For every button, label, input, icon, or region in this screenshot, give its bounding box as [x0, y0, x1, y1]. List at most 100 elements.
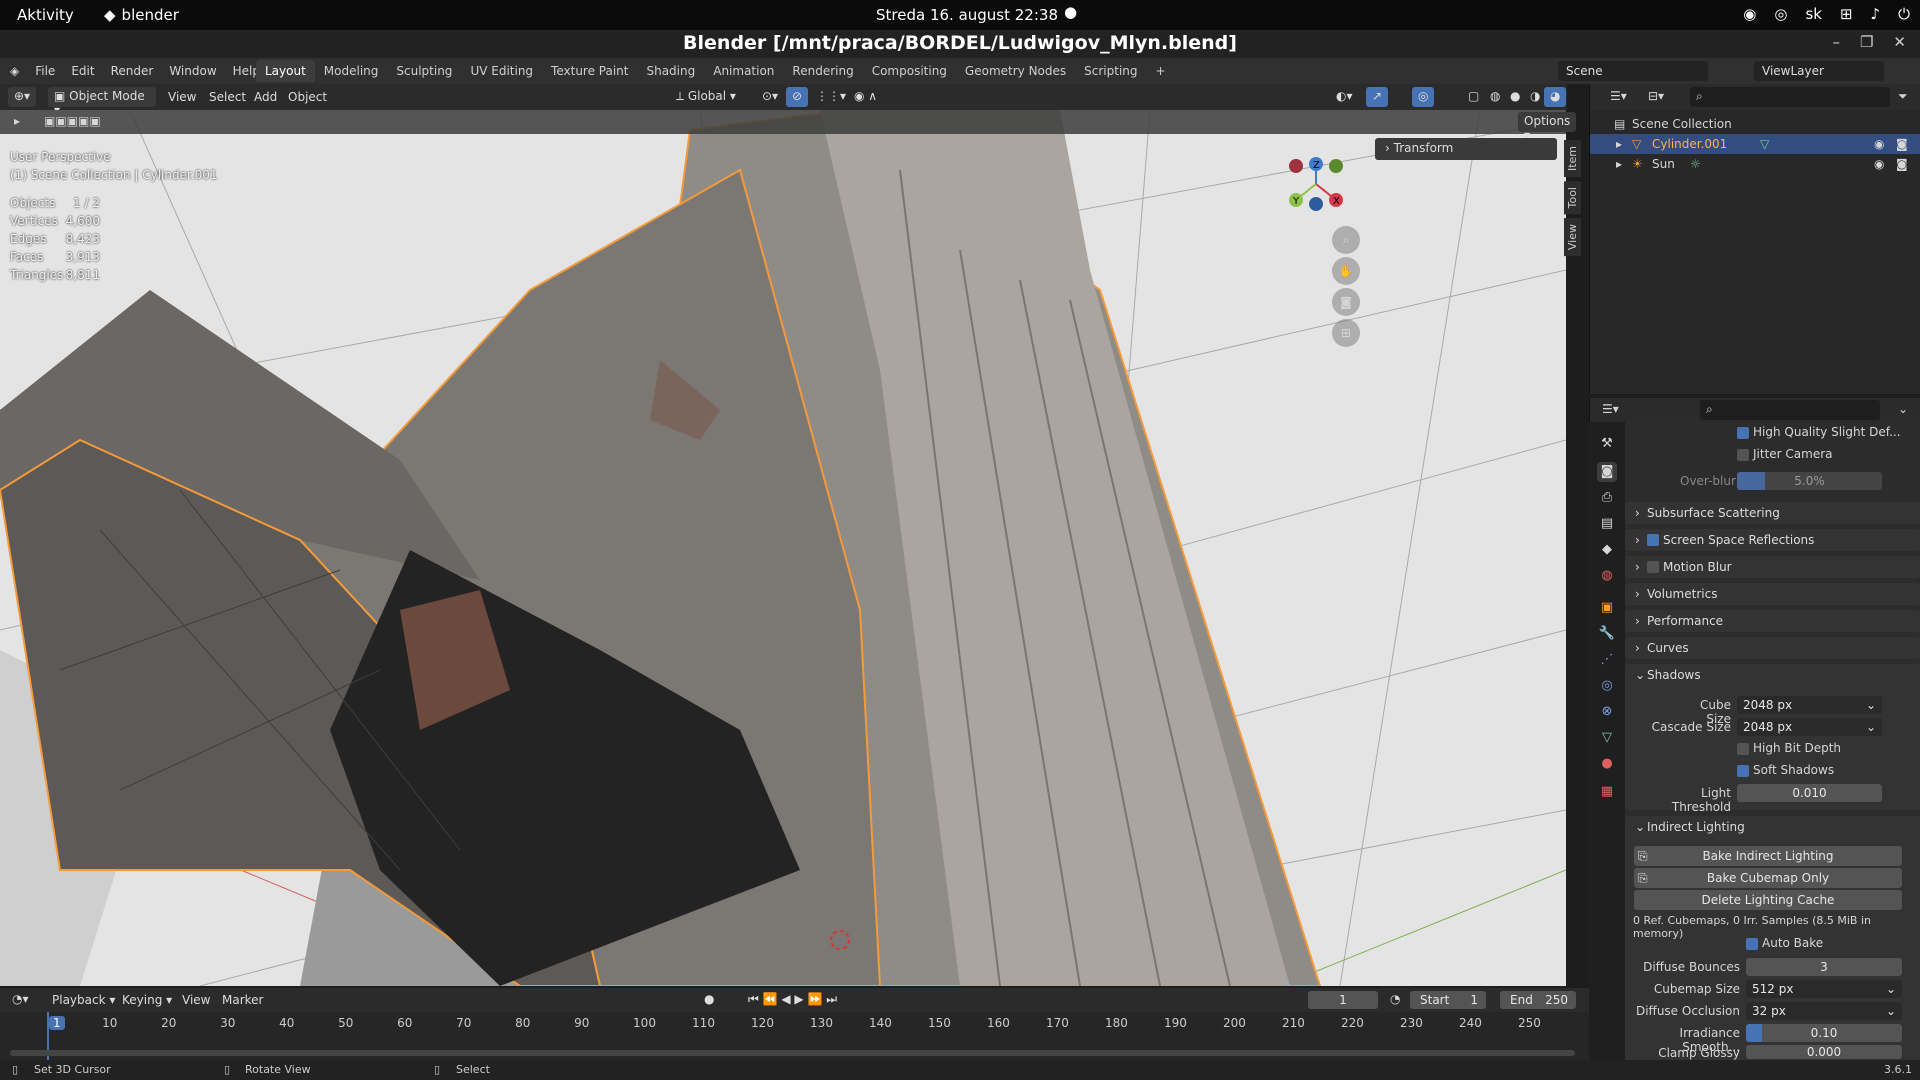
properties-search-input[interactable]: ⌕ — [1700, 400, 1880, 420]
diffuse-occlusion-dropdown[interactable]: 32 px ⌄ — [1746, 1002, 1902, 1020]
bake-indirect-lighting-button[interactable]: ⎘ Bake Indirect Lighting — [1634, 846, 1902, 866]
menu-render[interactable]: Render — [111, 64, 154, 78]
tab-layout[interactable]: Layout — [256, 60, 315, 82]
object-tab-icon[interactable]: ▣ — [1597, 598, 1617, 618]
system-tray[interactable]: ◉ ◎ sk ⊞ ♪ ⏻ — [1743, 5, 1910, 23]
outliner-root[interactable]: ▤ Scene Collection — [1590, 114, 1920, 134]
panel-label[interactable]: Indirect Lighting — [1647, 820, 1745, 834]
menu-keying[interactable]: Keying ▾ — [122, 993, 172, 1007]
chevron-down-icon[interactable]: ⌄ — [1635, 668, 1645, 682]
panel-performance[interactable]: › Performance — [1625, 610, 1920, 632]
record-icon[interactable]: ● — [704, 992, 714, 1006]
overblur-slider[interactable]: 5.0% — [1737, 472, 1882, 490]
proportional-edit-icon[interactable]: ◉ ∧ — [848, 87, 883, 107]
data-tab-icon[interactable]: ▽ — [1597, 728, 1617, 748]
overlay-toggle-icon[interactable]: ◎ — [1412, 87, 1435, 107]
maximize-icon[interactable]: ❐ — [1860, 33, 1873, 51]
outliner-search-input[interactable]: ⌕ — [1690, 87, 1890, 107]
high-quality-slight-def-checkbox[interactable] — [1737, 427, 1749, 439]
output-tab-icon[interactable]: ⎙ — [1597, 488, 1617, 508]
xray-icon[interactable]: ▢ — [1462, 87, 1485, 107]
network-icon[interactable]: ⊞ — [1840, 5, 1853, 23]
menu-add[interactable]: Add — [254, 90, 277, 104]
motion-blur-checkbox[interactable] — [1647, 561, 1659, 573]
tab-compositing[interactable]: Compositing — [863, 60, 956, 82]
panel-subsurface-scattering[interactable]: › Subsurface Scattering — [1625, 502, 1920, 524]
options-button[interactable]: Options ▾ — [1518, 112, 1577, 142]
view-layer-tab-icon[interactable]: ▤ — [1597, 514, 1617, 534]
light-threshold-field[interactable]: 0.010 — [1737, 784, 1882, 802]
outliner-editor-icon[interactable]: ☰▾ — [1610, 89, 1627, 103]
tab-item[interactable]: Item — [1564, 140, 1581, 178]
current-frame-field[interactable]: 1 — [1308, 991, 1378, 1009]
tab-geometry-nodes[interactable]: Geometry Nodes — [956, 60, 1075, 82]
volume-icon[interactable]: ♪ — [1871, 5, 1881, 23]
power-icon[interactable]: ⏻ — [1898, 5, 1910, 23]
high-bit-depth-checkbox[interactable] — [1737, 743, 1749, 755]
panel-motion-blur[interactable]: › Motion Blur — [1625, 556, 1920, 578]
cubemap-size-dropdown[interactable]: 512 px ⌄ — [1746, 980, 1902, 998]
irradiance-smoothing-slider[interactable]: 0.10 — [1746, 1024, 1902, 1042]
transform-panel-header[interactable]: › Transform — [1375, 138, 1557, 160]
jitter-camera-checkbox[interactable] — [1737, 449, 1749, 461]
tab-modeling[interactable]: Modeling — [315, 60, 388, 82]
chevron-down-icon[interactable]: ⌄ — [1898, 402, 1908, 416]
mode-selector[interactable]: ▣ Object Mode ▾ — [48, 87, 156, 117]
menu-object[interactable]: Object — [288, 90, 327, 104]
render-tab-icon[interactable]: ◙ — [1597, 462, 1617, 482]
playback-controls[interactable]: ⏮ ⏪ ◀ ▶ ⏩ ⏭ — [748, 992, 837, 1007]
camera-icon[interactable]: ◙ — [1332, 288, 1360, 316]
clock[interactable]: Streda 16. august 22:38 — [876, 6, 1058, 24]
clamp-glossy-field[interactable]: 0.000 — [1746, 1045, 1902, 1059]
tab-texture-paint[interactable]: Texture Paint — [542, 60, 637, 82]
outliner-item-sun[interactable]: ▸ ☀ Sun ☼ ◉ ◙ — [1590, 154, 1920, 174]
tab-view[interactable]: View — [1564, 218, 1581, 257]
modifier-tab-icon[interactable]: 🔧 — [1597, 624, 1617, 644]
expand-arrow-icon[interactable]: ▸ — [1616, 137, 1622, 151]
discord-icon[interactable]: ◉ — [1743, 5, 1756, 23]
tab-rendering[interactable]: Rendering — [783, 60, 862, 82]
expand-arrow-icon[interactable]: ▸ — [1616, 157, 1622, 171]
display-mode-icon[interactable]: ⊟▾ — [1648, 89, 1664, 103]
scene-selector[interactable]: Scene — [1558, 61, 1708, 81]
snap-target-icon[interactable]: ⋮⋮▾ — [810, 87, 852, 107]
app-menu[interactable]: ◆ blender — [104, 6, 179, 24]
auto-bake-checkbox[interactable] — [1746, 938, 1758, 950]
panel-label[interactable]: Shadows — [1647, 668, 1701, 682]
gizmo-toggle-icon[interactable]: ↗ — [1366, 87, 1389, 107]
blender-menu-icon[interactable]: ◈ — [10, 64, 19, 78]
keyboard-layout[interactable]: sk — [1805, 5, 1822, 23]
render-camera-icon[interactable]: ◙ — [1896, 157, 1908, 171]
snap-icon[interactable]: ⊘ — [786, 87, 809, 107]
menu-edit[interactable]: Edit — [71, 64, 94, 78]
select-mode-icons[interactable]: ▣▣▣▣▣ — [44, 114, 101, 128]
end-frame-field[interactable]: End 250 — [1500, 991, 1576, 1009]
tab-tool[interactable]: Tool — [1564, 181, 1581, 215]
activities-button[interactable]: Aktivity — [17, 6, 74, 24]
visibility-icon[interactable]: ◐▾ — [1330, 87, 1359, 107]
tab-scripting[interactable]: Scripting — [1075, 60, 1146, 82]
steam-icon[interactable]: ◎ — [1774, 5, 1787, 23]
minimize-icon[interactable]: – — [1832, 33, 1840, 51]
tab-uv-editing[interactable]: UV Editing — [461, 60, 542, 82]
timeline[interactable]: 1 10 20 30 40 50 60 70 80 90 100 110 120 130 140 150 160… — [0, 1012, 1589, 1062]
rendered-shading-icon[interactable]: ◕ — [1544, 87, 1567, 107]
clock-editor-icon[interactable]: ◔▾ — [12, 992, 29, 1006]
pan-hand-icon[interactable]: ✋ — [1332, 257, 1360, 285]
navigation-gizmo[interactable]: Z X Y — [1280, 150, 1360, 220]
menu-marker[interactable]: Marker — [222, 993, 263, 1007]
start-frame-field[interactable]: Start 1 — [1410, 991, 1486, 1009]
constraints-tab-icon[interactable]: ⊗ — [1597, 702, 1617, 722]
zoom-icon[interactable]: ⌕ — [1332, 226, 1360, 254]
texture-tab-icon[interactable]: ▦ — [1597, 782, 1617, 802]
grid-view-icon[interactable]: ⊞ — [1332, 319, 1360, 347]
properties-editor-icon[interactable]: ☰▾ — [1602, 402, 1619, 416]
view-layer-selector[interactable]: ViewLayer — [1754, 61, 1884, 81]
outliner-item-cylinder[interactable]: ▸ ▽ Cylinder.001 ▽ ◉ ◙ — [1590, 134, 1920, 154]
tab-sculpting[interactable]: Sculpting — [387, 60, 461, 82]
scene-tab-icon[interactable]: ◆ — [1597, 540, 1617, 560]
filter-icon[interactable]: ⏷ — [1898, 89, 1908, 104]
menu-view[interactable]: View — [168, 90, 196, 104]
panel-curves[interactable]: › Curves — [1625, 637, 1920, 659]
soft-shadows-checkbox[interactable] — [1737, 765, 1749, 777]
